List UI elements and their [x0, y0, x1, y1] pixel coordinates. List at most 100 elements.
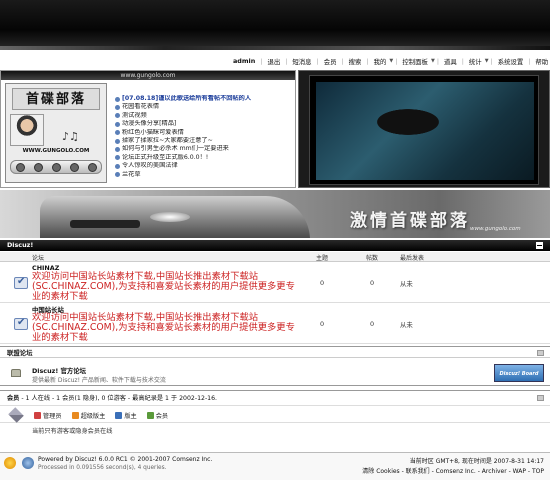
- legend-super-moderator: 超级版主: [71, 411, 106, 420]
- affiliate-header[interactable]: 联盟论坛: [0, 346, 550, 358]
- legend-label: 超级版主: [80, 413, 106, 420]
- nav-help[interactable]: 帮助: [532, 57, 550, 66]
- list-item[interactable]: 粉红色小猫眯可爱表情: [115, 129, 295, 137]
- legend-label: 管理员: [43, 413, 62, 420]
- play-icon[interactable]: [33, 162, 43, 172]
- photo-frame: [309, 75, 539, 185]
- list-item[interactable]: 如何与引男生必杀术 mm们一定要进来: [115, 145, 295, 153]
- nav-my[interactable]: 我的: [371, 57, 390, 66]
- list-item[interactable]: 令人惊叹的美国法律: [115, 162, 295, 170]
- bullet-icon: [115, 172, 120, 178]
- processed-info: Processed in 0.091556 second(s), 4 queri…: [38, 465, 167, 471]
- news-link[interactable]: 粉红色小猫眯可爱表情: [122, 129, 184, 137]
- top-nav: admin | 退出 | 短消息 | 会员 | 搜索 | 我的 ▼ | 控制面板 ▼…: [230, 54, 550, 68]
- nav-system-settings[interactable]: 系统设置: [495, 57, 527, 66]
- logo-title: 首碟部落: [12, 88, 100, 110]
- list-item[interactable]: 测试视频: [115, 112, 295, 120]
- car-banner: 激情首碟部落 www.gungolo.com: [0, 190, 550, 238]
- collapse-icon[interactable]: [536, 242, 543, 249]
- category-title[interactable]: Discuz!: [7, 241, 33, 249]
- powered-by: Powered by Discuz! 6.0.0 RC1 © 2001-2007…: [38, 456, 213, 463]
- stop-icon[interactable]: [69, 162, 79, 172]
- timezone-info: 当前时区 GMT+8, 现在时间是 2007-8-31 14:17: [409, 458, 544, 465]
- news-link[interactable]: 兰花草: [122, 171, 141, 179]
- panel-url-bar: www.gungolo.com: [1, 71, 295, 80]
- chevron-down-icon[interactable]: ▼: [485, 58, 489, 64]
- moderator-icon: [115, 412, 123, 419]
- bullet-icon: [115, 147, 120, 153]
- legend-label: 会员: [155, 413, 169, 420]
- nav-stats[interactable]: 统计: [466, 57, 485, 66]
- nav-separator: |: [528, 57, 531, 65]
- online-summary: 会员 - 1 人在线 - 1 会员(1 隐身), 0 位游客 - 最高纪录是 1…: [7, 393, 217, 402]
- news-link[interactable]: 令人惊叹的美国法律: [122, 162, 178, 170]
- nav-messages[interactable]: 短消息: [289, 57, 314, 66]
- list-item[interactable]: 论坛正式升级至正式版6.0.0！!: [115, 154, 295, 162]
- forum-column-header: 论坛 主题 帖数 最后发表: [0, 252, 550, 262]
- list-item[interactable]: 花园看花表情: [115, 103, 295, 111]
- forum-last-post: 从未: [400, 321, 413, 329]
- super-moderator-icon: [71, 412, 79, 419]
- photo-slideshow[interactable]: [298, 70, 550, 188]
- banner-title: 激情首碟部落: [350, 211, 470, 231]
- site-logo-box[interactable]: 首碟部落 ♪♫ WWW.GUNGOLO.COM: [5, 83, 107, 183]
- discuz-logo[interactable]: Discuz! Board: [494, 364, 544, 382]
- news-link[interactable]: 如何与引男生必杀术 mm们一定要进来: [122, 145, 229, 153]
- nav-members[interactable]: 会员: [321, 57, 340, 66]
- bullet-icon: [115, 96, 120, 102]
- collapse-icon[interactable]: [537, 350, 544, 356]
- forum-description: 欢迎访问中国站长站素材下载,中国站长推出素材下载站(SC.CHINAZ.COM)…: [32, 312, 295, 344]
- pause-icon[interactable]: [51, 162, 61, 172]
- nav-control-panel[interactable]: 控制面板: [399, 57, 431, 66]
- affiliate-name[interactable]: Discuz! 官方论坛: [32, 366, 86, 375]
- affiliate-title[interactable]: 联盟论坛: [7, 349, 33, 357]
- chevron-down-icon[interactable]: ▼: [389, 58, 393, 64]
- bullet-icon: [115, 155, 120, 161]
- news-link[interactable]: 测试视频: [122, 112, 147, 120]
- news-link[interactable]: 揉家了揉家拉~大家都要注意了~: [122, 137, 213, 145]
- smiley-icon[interactable]: [4, 457, 16, 469]
- col-posts: 帖数: [366, 255, 379, 262]
- news-link[interactable]: 花园看花表情: [122, 103, 159, 111]
- music-notes-icon: ♪♫: [62, 130, 79, 143]
- nav-search[interactable]: 搜索: [346, 57, 365, 66]
- forum-status-icon: [14, 276, 28, 289]
- news-link[interactable]: 动漫头像分享[精品]: [122, 120, 176, 128]
- logo-url: WWW.GUNGOLO.COM: [22, 148, 90, 154]
- news-link[interactable]: 论坛正式升级至正式版6.0.0！!: [122, 154, 208, 162]
- footer-links[interactable]: 清除 Cookies - 联系我们 - Comsenz Inc. - Archi…: [362, 466, 544, 475]
- col-threads: 主题: [316, 255, 329, 262]
- nav-separator: |: [436, 57, 439, 65]
- forum-row: 中国站长站 欢迎访问中国站长站素材下载,中国站长推出素材下载站(SC.CHINA…: [0, 304, 550, 344]
- legend-admin: 管理员: [34, 411, 62, 420]
- home-icon: [11, 369, 21, 377]
- photo-subject: [376, 102, 456, 142]
- admin-icon: [34, 412, 41, 419]
- nav-items-tools[interactable]: 道具: [441, 57, 460, 66]
- car-grille: [70, 220, 140, 228]
- media-controls: [10, 160, 102, 174]
- nav-separator: |: [395, 57, 398, 65]
- site-header-bar: [0, 0, 550, 50]
- nav-username[interactable]: admin: [230, 57, 258, 65]
- nav-separator: |: [366, 57, 369, 65]
- list-item[interactable]: 揉家了揉家拉~大家都要注意了~: [115, 137, 295, 145]
- list-item[interactable]: 兰花草: [115, 171, 295, 179]
- collapse-icon[interactable]: [537, 395, 544, 401]
- legend-label: 版主: [124, 413, 137, 420]
- col-forum: 论坛: [32, 255, 45, 262]
- rewind-icon[interactable]: [15, 162, 25, 172]
- news-link[interactable]: [07.08.18]谨以此歌送给所有看帖不回帖的人: [122, 95, 251, 103]
- members-label[interactable]: 会员: [7, 395, 19, 402]
- nav-logout[interactable]: 退出: [264, 57, 283, 66]
- nav-separator: |: [260, 57, 263, 65]
- category-header[interactable]: Discuz!: [0, 240, 550, 251]
- page-footer: Powered by Discuz! 6.0.0 RC1 © 2001-2007…: [0, 452, 550, 480]
- chevron-down-icon[interactable]: ▼: [431, 58, 435, 64]
- list-item[interactable]: [07.08.18]谨以此歌送给所有看帖不回帖的人: [115, 95, 295, 103]
- forward-icon[interactable]: [87, 162, 97, 172]
- forum-threads: 0: [320, 320, 325, 328]
- shield-icon[interactable]: [22, 457, 34, 469]
- list-item[interactable]: 动漫头像分享[精品]: [115, 120, 295, 128]
- car-headlight: [150, 212, 190, 222]
